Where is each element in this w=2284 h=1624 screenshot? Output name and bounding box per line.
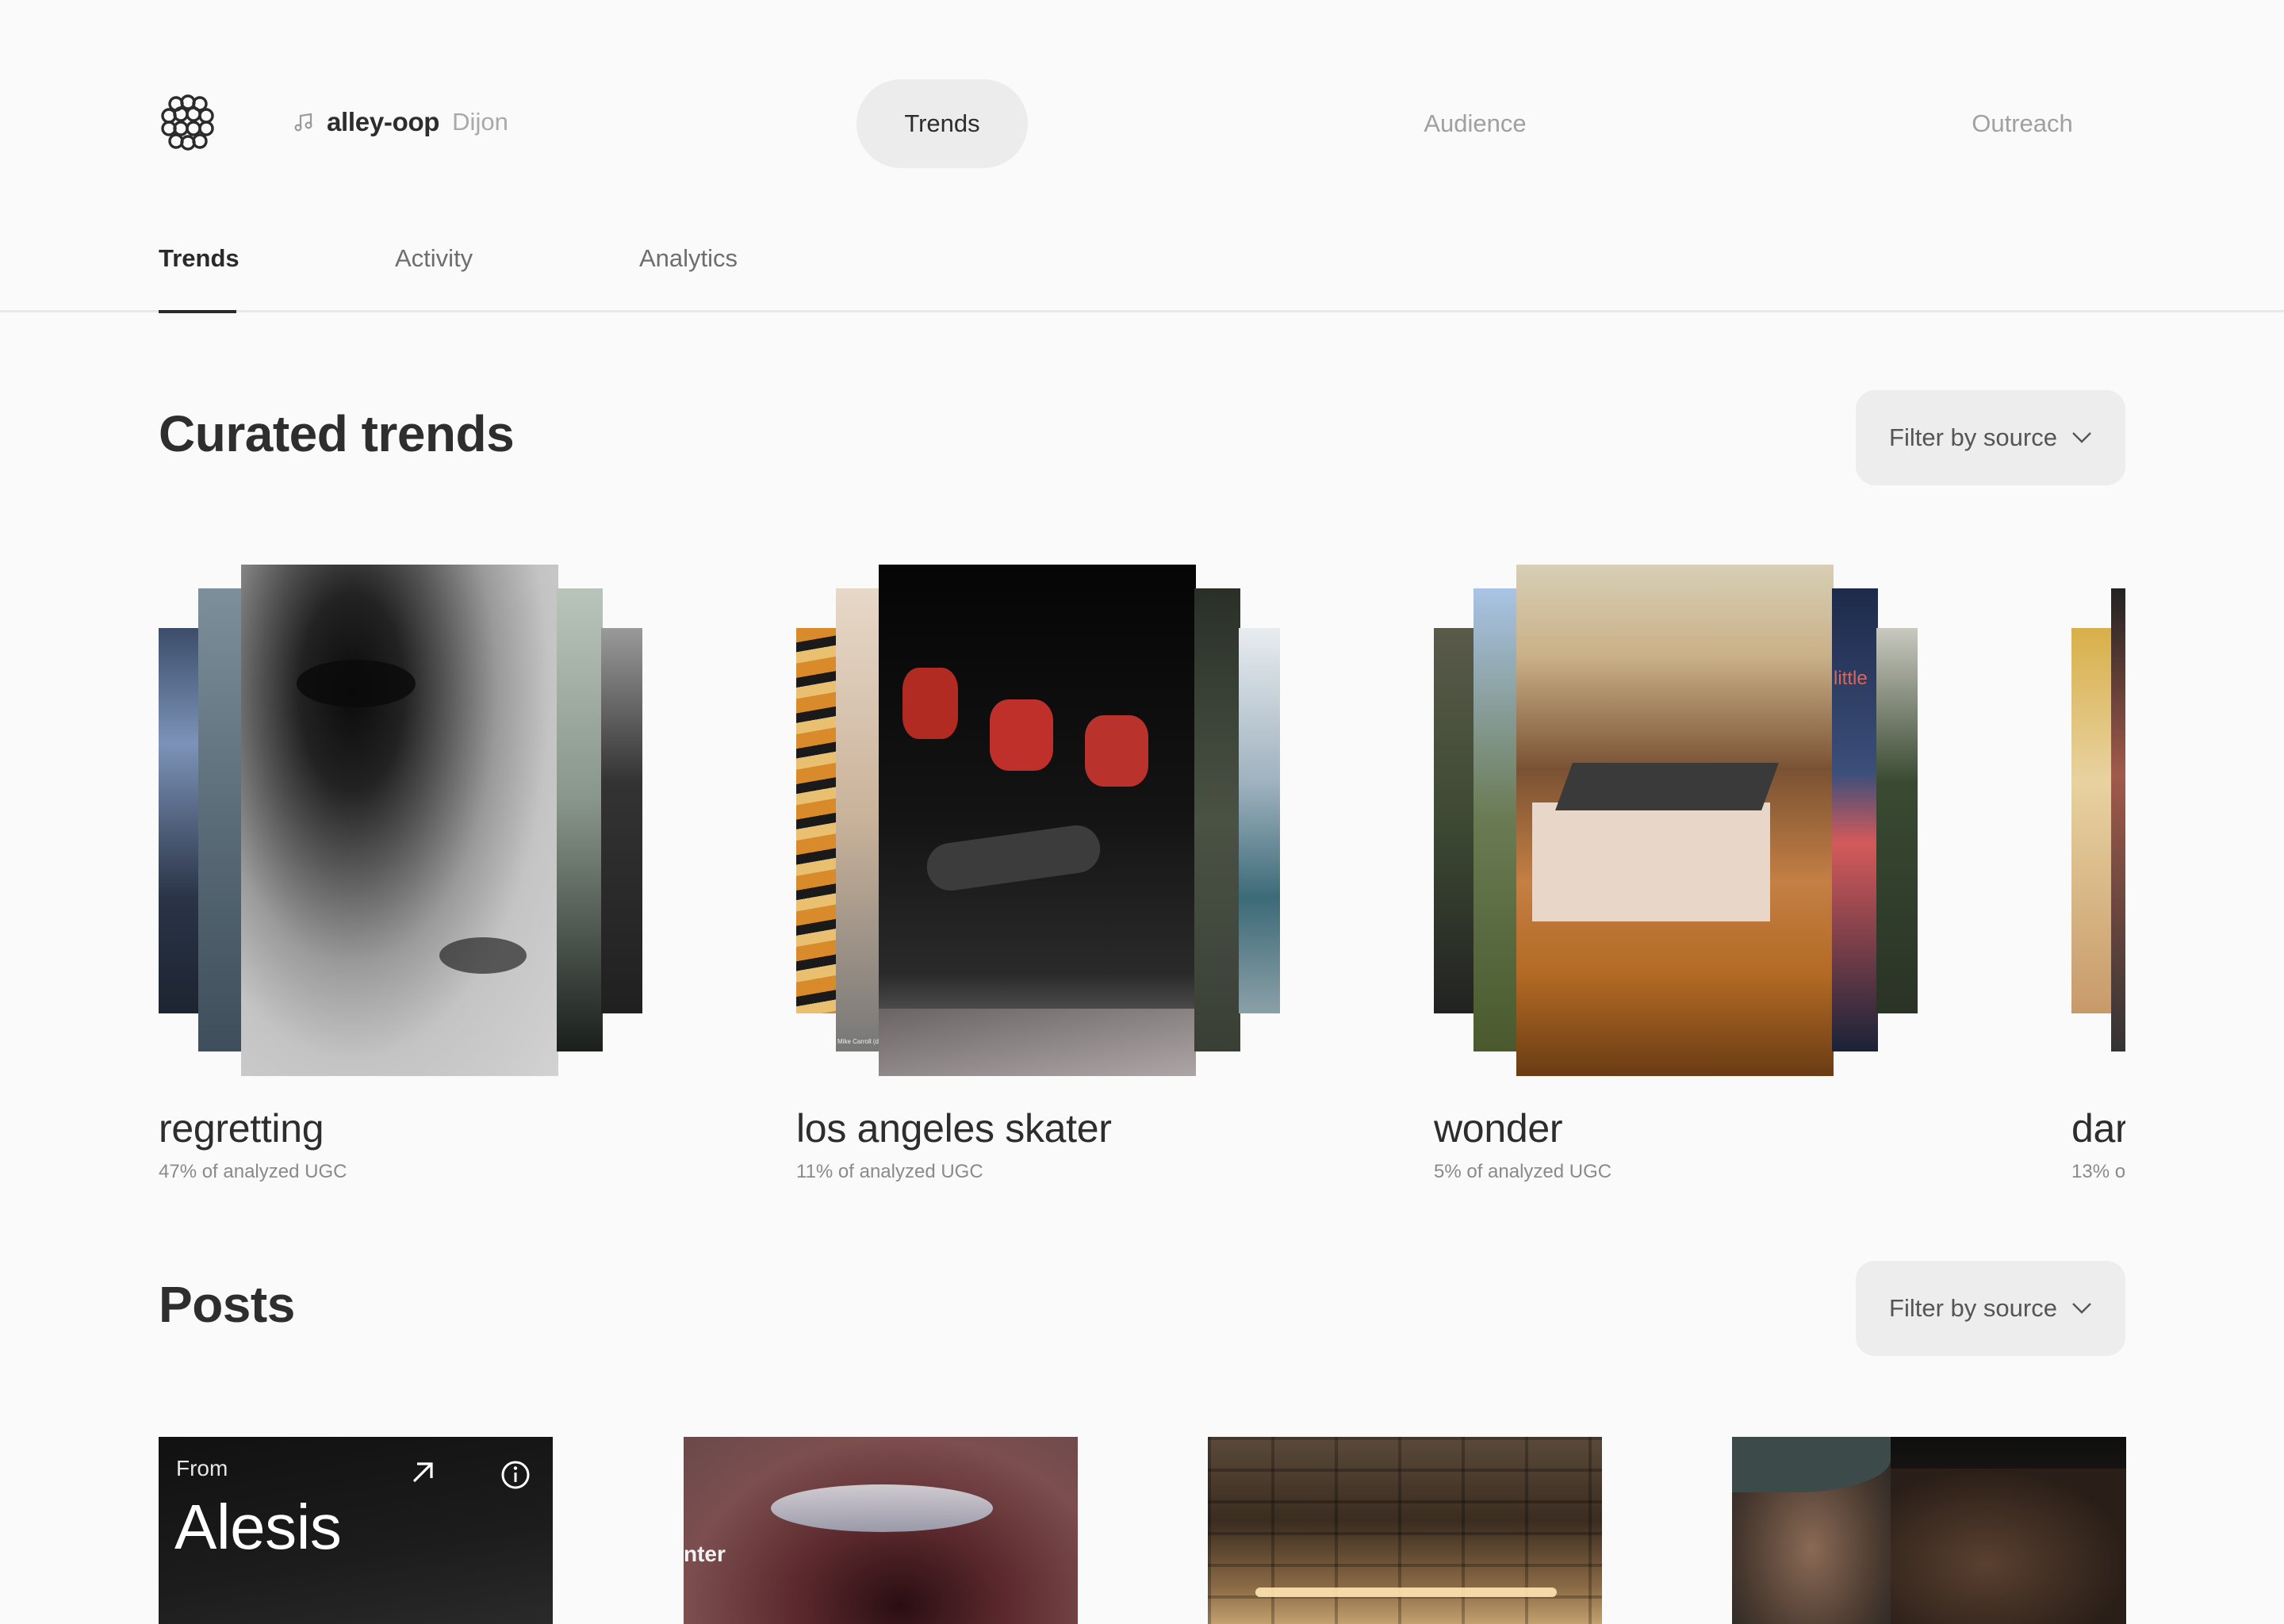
trend-thumbnail bbox=[1473, 588, 1518, 1051]
open-external-icon[interactable] bbox=[408, 1457, 438, 1488]
post-card[interactable] bbox=[1732, 1437, 2126, 1624]
trend-stat: 11% of analyzed UGC bbox=[796, 1161, 983, 1182]
nav-audience[interactable]: Audience bbox=[1364, 79, 1586, 168]
trend-name: regretting bbox=[159, 1106, 324, 1151]
post-caption: nter bbox=[684, 1542, 726, 1566]
nav-trends[interactable]: Trends bbox=[856, 79, 1028, 168]
trend-thumbnail bbox=[1876, 628, 1918, 1013]
image-caption: little bbox=[1834, 668, 1868, 689]
trend-thumbnail: little bbox=[1832, 588, 1878, 1051]
trend-cover-image bbox=[1516, 565, 1834, 1076]
nav-outreach[interactable]: Outreach bbox=[1919, 79, 2125, 168]
post-card[interactable] bbox=[1208, 1437, 1602, 1624]
trend-thumbnail bbox=[159, 628, 200, 1013]
tab-activity[interactable]: Activity bbox=[395, 244, 473, 273]
filter-label: Filter by source bbox=[1889, 423, 2057, 451]
trend-thumbnail bbox=[1194, 588, 1240, 1051]
trend-stat: 47% of analyzed UGC bbox=[159, 1161, 347, 1182]
curated-trends-heading: Curated trends bbox=[159, 405, 515, 462]
tab-analytics[interactable]: Analytics bbox=[639, 244, 738, 273]
curated-filter-button[interactable]: Filter by source bbox=[1856, 390, 2125, 485]
trend-thumbnail bbox=[601, 628, 642, 1013]
image-caption: Mike Carroll (dd) bbox=[837, 1038, 880, 1045]
trend-name: dar bbox=[2071, 1106, 2125, 1151]
post-card[interactable]: From Alesis bbox=[159, 1437, 553, 1624]
trend-thumbnail bbox=[198, 588, 243, 1051]
song-artist: Dijon bbox=[452, 108, 508, 136]
current-song[interactable]: alley-oop Dijon bbox=[292, 102, 508, 143]
sub-tabs: Trends Activity Analytics bbox=[0, 222, 2284, 313]
trend-thumbnail: Mike Carroll (dd) bbox=[836, 588, 880, 1051]
post-creator-name: Alesis bbox=[174, 1492, 342, 1562]
filter-label: Filter by source bbox=[1889, 1294, 2057, 1322]
trend-card[interactable]: regretting 47% of analyzed UGC bbox=[159, 565, 650, 1183]
trend-name: wonder bbox=[1434, 1106, 1563, 1151]
music-note-icon bbox=[294, 113, 312, 132]
trend-name: los angeles skater bbox=[796, 1106, 1112, 1151]
song-title: alley-oop bbox=[327, 107, 440, 136]
trend-thumbnail bbox=[2071, 628, 2113, 1013]
info-icon[interactable] bbox=[500, 1459, 531, 1491]
brand-logo[interactable] bbox=[159, 94, 217, 152]
post-image bbox=[771, 1484, 993, 1532]
trend-cover-image bbox=[879, 565, 1196, 1076]
chevron-down-icon bbox=[2072, 432, 2091, 443]
trend-card[interactable]: dar 13% o bbox=[2071, 565, 2125, 1183]
trend-stat: 5% of analyzed UGC bbox=[1434, 1161, 1612, 1182]
trend-thumbnail bbox=[1239, 628, 1280, 1013]
active-tab-indicator bbox=[159, 310, 236, 313]
posts-filter-button[interactable]: Filter by source bbox=[1856, 1261, 2125, 1356]
posts-heading: Posts bbox=[159, 1276, 295, 1333]
post-image bbox=[1255, 1588, 1557, 1597]
trend-thumbnail bbox=[796, 628, 837, 1013]
trend-card[interactable]: little wonder 5% of analyzed UGC bbox=[1434, 565, 1926, 1183]
trend-card[interactable]: Mike Carroll (dd) los angeles skater 11%… bbox=[796, 565, 1288, 1183]
trend-thumbnail bbox=[1434, 628, 1475, 1013]
trend-thumbnail bbox=[2111, 588, 2125, 1051]
post-card[interactable]: nter bbox=[684, 1437, 1078, 1624]
chevron-down-icon bbox=[2072, 1303, 2091, 1314]
trend-stat: 13% o bbox=[2071, 1161, 2125, 1182]
trend-thumbnail bbox=[557, 588, 603, 1051]
tab-trends[interactable]: Trends bbox=[159, 244, 240, 273]
trend-cover-image bbox=[241, 565, 558, 1076]
post-from-label: From bbox=[176, 1456, 228, 1480]
post-image bbox=[1891, 1469, 2126, 1624]
